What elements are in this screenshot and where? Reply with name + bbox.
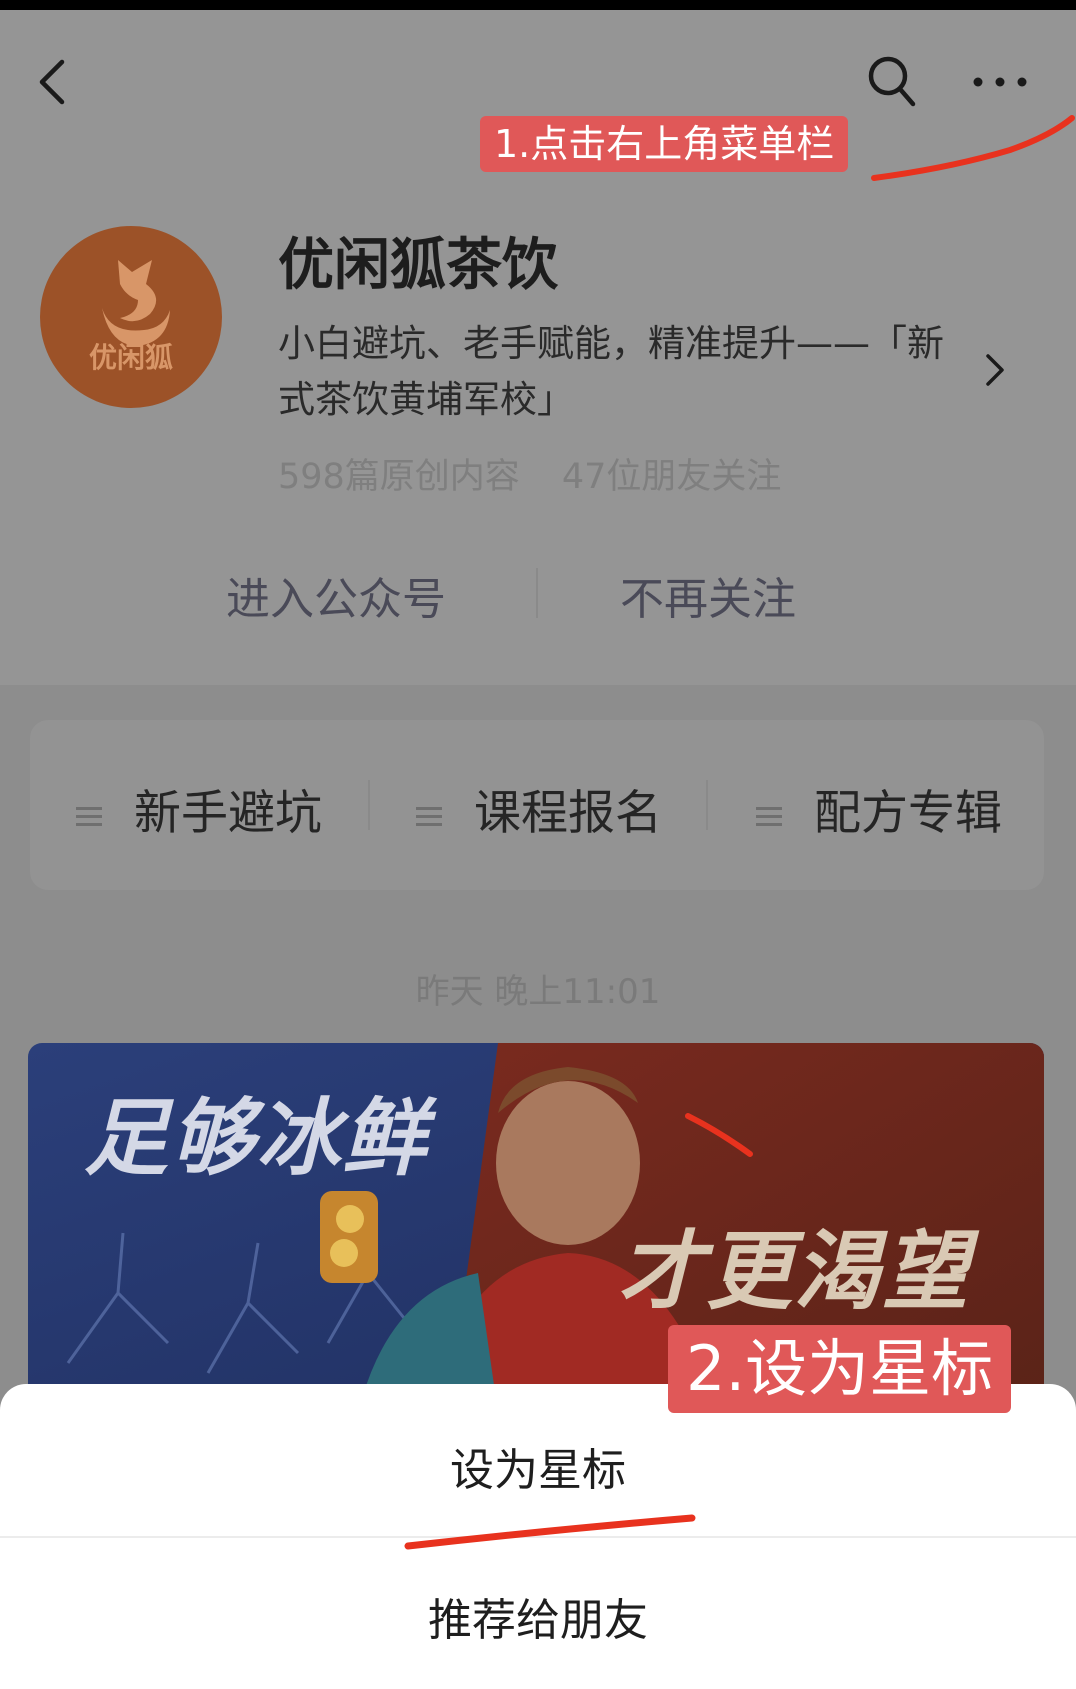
search-icon[interactable]	[866, 54, 918, 110]
status-bar-strip	[0, 0, 1076, 10]
avatar[interactable]: 优闲狐	[40, 226, 222, 408]
friend-follow-count: 47位朋友关注	[561, 457, 782, 497]
menu-item-beginner[interactable]: 新手避坑	[74, 774, 322, 841]
menu-divider	[368, 780, 370, 830]
hamburger-icon	[76, 806, 102, 826]
hamburger-icon	[756, 806, 782, 826]
custom-menu-bar: 新手避坑 课程报名 配方专辑	[30, 720, 1044, 890]
enter-account-button[interactable]: 进入公众号	[226, 563, 446, 627]
account-name: 优闲狐茶饮	[278, 233, 558, 298]
annotation-step2: 2.设为星标	[668, 1325, 1012, 1413]
menu-item-course[interactable]: 课程报名	[414, 774, 662, 841]
annotation-stroke	[685, 1113, 753, 1157]
banner-headline-right: 才更渴望	[618, 1222, 970, 1322]
article-count: 598篇原创内容	[278, 457, 520, 497]
back-arrow-icon[interactable]	[32, 56, 72, 108]
menu-item-label: 课程报名	[474, 786, 662, 841]
hamburger-icon	[416, 806, 442, 826]
account-profile-screen: 1.点击右上角菜单栏 优闲狐 优闲狐茶饮 小白避坑、老手赋能，精准提升——「新式…	[0, 0, 1076, 1689]
annotation-step1: 1.点击右上角菜单栏	[480, 116, 849, 172]
menu-item-recipes[interactable]: 配方专辑	[754, 774, 1002, 841]
set-star-option[interactable]: 设为星标	[0, 1434, 1076, 1498]
avatar-label: 优闲狐	[88, 341, 173, 374]
fox-logo-icon	[102, 260, 170, 346]
unfollow-button[interactable]: 不再关注	[620, 563, 796, 627]
menu-item-label: 新手避坑	[134, 786, 322, 841]
menu-divider	[706, 780, 708, 830]
menu-item-label: 配方专辑	[814, 786, 1002, 841]
annotation-stroke	[404, 1514, 696, 1550]
more-options-icon[interactable]	[972, 70, 1028, 94]
account-stats: 598篇原创内容 47位朋友关注	[278, 448, 823, 499]
annotation-stroke	[871, 115, 1075, 181]
banner-headline-left: 足够冰鲜	[84, 1089, 429, 1187]
action-divider	[536, 568, 538, 618]
post-timestamp: 昨天 晚上11:01	[415, 972, 661, 1012]
account-description[interactable]: 小白避坑、老手赋能，精准提升——「新式茶饮黄埔军校」	[278, 316, 978, 428]
recommend-to-friend-option[interactable]: 推荐给朋友	[0, 1584, 1076, 1648]
chevron-right-icon[interactable]	[984, 352, 1006, 388]
